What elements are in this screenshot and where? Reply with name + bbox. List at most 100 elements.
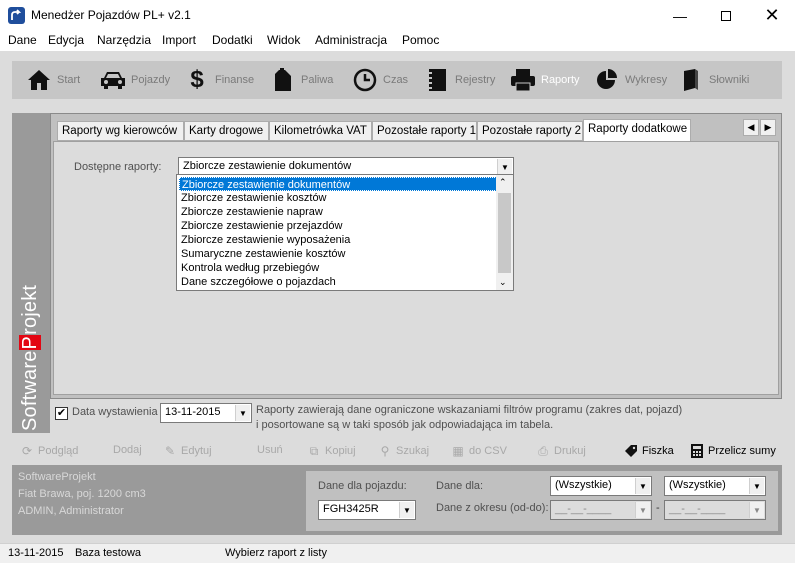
reports-label: Dostępne raporty: [74,161,162,173]
toolbar-start[interactable]: Start [26,65,80,95]
close-icon[interactable]: ✕ [749,0,795,31]
app-icon [8,7,25,24]
calculator-icon [690,444,704,458]
tab-scroll-right-icon[interactable]: ▶ [760,119,776,136]
binder-icon [424,67,450,93]
chevron-up-icon[interactable]: ⌃ [499,177,507,188]
toolbar-slowniki[interactable]: Słowniki [678,65,749,95]
action-label: Fiszka [642,445,674,457]
for-filter-value-1: (Wszystkie) [555,479,612,491]
toolbar-label: Raporty [541,74,580,86]
scrollbar-thumb[interactable] [498,193,511,273]
action-bar: ⟳ Podgląd Dodaj ✎ Edytuj Usuń ⧉ Kopiuj ⚲ Szu… [12,439,782,465]
recalc-button[interactable]: Przelicz sumy [690,444,776,458]
csv-button[interactable]: ▦ do CSV [451,444,507,458]
chevron-down-icon[interactable]: ⌄ [499,277,507,288]
chevron-down-icon[interactable]: ▼ [235,405,250,421]
tab-karty-drogowe[interactable]: Karty drogowe [184,121,269,141]
csv-icon: ▦ [452,444,464,458]
menu-dodatki[interactable]: Dodatki [212,33,253,47]
module-toolbar: Start Pojazdy $ Finanse Paliwa Czas Reje… [12,61,782,99]
copy-button[interactable]: ⧉ Kopiuj [307,444,356,458]
reports-dropdown-list: Zbiorcze zestawienie dokumentów Zbiorcze… [176,174,514,291]
dollar-icon: $ [190,66,204,93]
info-panel: SoftwareProjekt Fiat Brawa, poj. 1200 cm… [12,465,782,535]
preview-button[interactable]: ⟳ Podgląd [20,444,78,458]
chevron-down-icon[interactable]: ▼ [497,159,512,175]
menu-administracja[interactable]: Administracja [315,33,387,47]
for-filter-select-2[interactable]: (Wszystkie) ▼ [664,476,766,496]
vehicle-filter-label: Dane dla pojazdu: [318,480,407,492]
car-icon [100,67,126,93]
tab-pozostale-raporty-1[interactable]: Pozostałe raporty 1 [372,121,477,141]
dropdown-scrollbar[interactable]: ⌃ ⌄ [496,175,513,290]
info-vehicle: Fiat Brawa, poj. 1200 cm3 [18,488,146,500]
toolbar-paliwa[interactable]: Paliwa [270,65,333,95]
menu-widok[interactable]: Widok [267,33,300,47]
date-from-picker[interactable]: __-__-____ ▼ [550,500,652,520]
vehicle-filter-select[interactable]: FGH3425R ▼ [318,500,416,520]
info-user: ADMIN, Administrator [18,505,124,517]
status-bar: 13-11-2015 Baza testowa Wybierz raport z… [0,543,795,563]
menu-pomoc[interactable]: Pomoc [402,33,439,47]
clock-icon [352,67,378,93]
card-button[interactable]: Fiszka [624,444,674,458]
for-filter-label: Dane dla: [436,480,484,492]
toolbar-label: Słowniki [709,74,750,86]
list-item[interactable]: Zbiorcze zestawienie napraw [179,205,497,219]
print-button[interactable]: ⎙ Drukuj [536,444,586,458]
toolbar-raporty[interactable]: Raporty [510,65,580,95]
tab-raporty-dodatkowe[interactable]: Raporty dodatkowe [583,119,691,142]
book-icon [678,67,704,93]
toolbar-rejestry[interactable]: Rejestry [424,65,495,95]
chevron-down-icon[interactable]: ▼ [635,478,650,494]
tab-raporty-wg-kierowcow[interactable]: Raporty wg kierowców [57,121,184,141]
filter-box: Dane dla pojazdu: FGH3425R ▼ Dane dla: (… [306,471,778,531]
list-item[interactable]: Zbiorcze zestawienie kosztów [179,191,497,205]
toolbar-label: Wykresy [625,74,668,86]
pencil-icon: ✎ [164,444,176,458]
menu-narzedzia[interactable]: Narzędzia [97,33,151,47]
action-label: Edytuj [181,445,212,457]
menu-edycja[interactable]: Edycja [48,33,84,47]
toolbar-pojazdy[interactable]: Pojazdy [100,65,170,95]
info-text: Raporty zawierają dane ograniczone wskaz… [256,404,683,431]
date-to-picker[interactable]: __-__-____ ▼ [664,500,766,520]
list-item[interactable]: Kontrola według przebiegów [179,261,497,275]
date-to-value: __-__-____ [669,503,726,515]
issue-date-label: Data wystawienia [72,406,158,418]
issue-date-picker[interactable]: 13-11-2015 ▼ [160,403,252,423]
issue-date-value: 13-11-2015 [165,406,221,418]
list-item[interactable]: Dane szczegółowe o pojazdach [179,275,497,289]
tab-pozostale-raporty-2[interactable]: Pozostałe raporty 2 [477,121,583,141]
issue-date-checkbox[interactable]: ✔ [55,407,68,420]
list-item[interactable]: Zbiorcze zestawienie wyposażenia [179,233,497,247]
minimize-icon[interactable]: — [657,0,703,31]
menu-import[interactable]: Import [162,33,196,47]
search-button[interactable]: ⚲ Szukaj [378,444,429,458]
list-item[interactable]: Zbiorcze zestawienie przejazdów [179,219,497,233]
action-label: Dodaj [113,444,142,456]
toolbar-finanse[interactable]: $ Finanse [184,65,254,95]
toolbar-czas[interactable]: Czas [352,65,408,95]
list-item[interactable]: Zbiorcze zestawienie dokumentów [179,177,497,191]
chevron-down-icon[interactable]: ▼ [399,502,414,518]
for-filter-select-1[interactable]: (Wszystkie) ▼ [550,476,652,496]
chevron-down-icon[interactable]: ▼ [749,502,764,518]
chevron-down-icon[interactable]: ▼ [635,502,650,518]
tab-kilometrowka-vat[interactable]: Kilometrówka VAT [269,121,372,141]
toolbar-label: Paliwa [301,74,334,86]
menu-dane[interactable]: Dane [8,33,37,47]
add-button[interactable]: Dodaj [113,444,142,456]
tab-scroll-left-icon[interactable]: ◀ [743,119,759,136]
edit-button[interactable]: ✎ Edytuj [163,444,212,458]
chevron-down-icon[interactable]: ▼ [749,478,764,494]
maximize-icon[interactable] [703,0,749,31]
period-filter-label: Dane z okresu (od-do): [436,502,549,514]
list-item[interactable]: Sumaryczne zestawienie kosztów [179,247,497,261]
main-area: Start Pojazdy $ Finanse Paliwa Czas Reje… [0,51,795,543]
toolbar-wykresy[interactable]: Wykresy [594,65,667,95]
toolbar-label: Pojazdy [131,74,171,86]
action-label: do CSV [469,445,507,457]
delete-button[interactable]: Usuń [257,444,283,456]
